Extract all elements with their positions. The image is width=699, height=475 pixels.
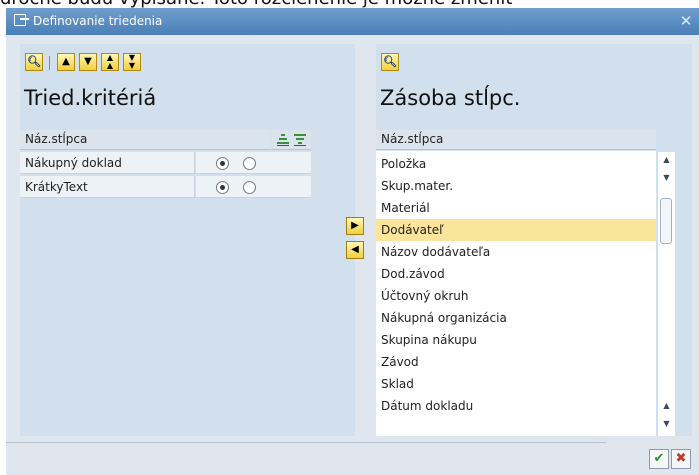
- list-item[interactable]: Dod.závod: [376, 263, 656, 285]
- remove-column-button[interactable]: ◀: [346, 241, 364, 259]
- scroll-thumb[interactable]: [660, 198, 672, 244]
- ascending-radio[interactable]: [216, 157, 229, 170]
- sort-dialog: Definovanie triedenia ✕ 🔍︎ ▲ ▼ ▲ ▲ ▼ ▼ Tri…: [6, 8, 699, 475]
- criteria-row[interactable]: Nákupný doklad: [20, 152, 355, 176]
- criteria-row[interactable]: KrátkyText: [20, 176, 355, 200]
- add-column-button[interactable]: ▶: [346, 217, 364, 235]
- list-item[interactable]: Sklad: [376, 373, 656, 395]
- sort-criteria-grid: Náz.stĺpca Nákupný doklad KrátkyText: [20, 130, 355, 438]
- column-pool-panel: 🔍︎ Zásoba stĺpc. Náz.stĺpca Položka Skup…: [376, 44, 692, 438]
- criteria-row-label: KrátkyText: [20, 176, 195, 198]
- close-icon[interactable]: ✕: [677, 12, 695, 30]
- scroll-step-down-icon[interactable]: ▼: [658, 170, 675, 186]
- sort-direction-header: [271, 130, 311, 150]
- scroll-step-up-icon[interactable]: ▲: [658, 398, 675, 414]
- ascending-radio[interactable]: [216, 181, 229, 194]
- move-down-button[interactable]: ▼: [79, 53, 97, 71]
- scroll-down-icon[interactable]: ▼: [658, 416, 675, 432]
- column-name-header: Náz.stĺpca: [25, 132, 88, 146]
- move-top-button[interactable]: ▲ ▲: [101, 53, 119, 71]
- list-item[interactable]: Položka: [376, 153, 656, 175]
- confirm-button[interactable]: ✔: [649, 449, 669, 469]
- list-item[interactable]: Skup.mater.: [376, 175, 656, 197]
- sort-descending-icon[interactable]: [293, 133, 307, 147]
- list-item[interactable]: Názov dodávateľa: [376, 241, 656, 263]
- move-bottom-button[interactable]: ▼ ▼: [123, 53, 141, 71]
- find-icon[interactable]: 🔍︎: [381, 53, 399, 71]
- scroll-up-icon[interactable]: ▲: [658, 152, 675, 168]
- column-name-header: Náz.stĺpca: [381, 132, 444, 146]
- vertical-scrollbar[interactable]: ▲ ▼ ▲ ▼: [658, 152, 675, 436]
- list-item[interactable]: Závod: [376, 351, 656, 373]
- sort-criteria-heading: Tried.kritériá: [24, 86, 157, 110]
- grid-header: Náz.stĺpca: [20, 130, 270, 150]
- cancel-button[interactable]: ✖: [671, 449, 691, 469]
- column-pool-heading: Zásoba stĺpc.: [380, 86, 521, 110]
- footer-divider: [6, 442, 606, 443]
- title-bar: Definovanie triedenia ✕: [6, 8, 699, 35]
- list-item[interactable]: Účtovný okruh: [376, 285, 656, 307]
- column-pool-list: Položka Skup.mater. Materiál Dodávateľ N…: [376, 151, 656, 437]
- descending-radio[interactable]: [243, 181, 256, 194]
- toolbar-separator: [49, 56, 50, 70]
- dialog-footer: ✔ ✖: [6, 436, 699, 475]
- list-item[interactable]: Materiál: [376, 197, 656, 219]
- move-up-button[interactable]: ▲: [57, 53, 75, 71]
- descending-radio[interactable]: [243, 157, 256, 170]
- list-item[interactable]: Nákupná organizácia: [376, 307, 656, 329]
- list-item-selected[interactable]: Dodávateľ: [376, 219, 656, 241]
- column-pool-header: Náz.stĺpca: [376, 130, 656, 150]
- criteria-row-label: Nákupný doklad: [20, 152, 195, 174]
- sort-ascending-icon[interactable]: [276, 133, 290, 147]
- sort-criteria-panel: 🔍︎ ▲ ▼ ▲▲ ▼▼ Tried.kritériá Náz.stĺpca: [20, 44, 355, 438]
- window-icon: [14, 14, 29, 26]
- find-icon[interactable]: 🔍︎: [25, 53, 43, 71]
- list-item[interactable]: Dátum dokladu: [376, 395, 656, 417]
- list-item[interactable]: Skupina nákupu: [376, 329, 656, 351]
- window-title: Definovanie triedenia: [33, 14, 163, 28]
